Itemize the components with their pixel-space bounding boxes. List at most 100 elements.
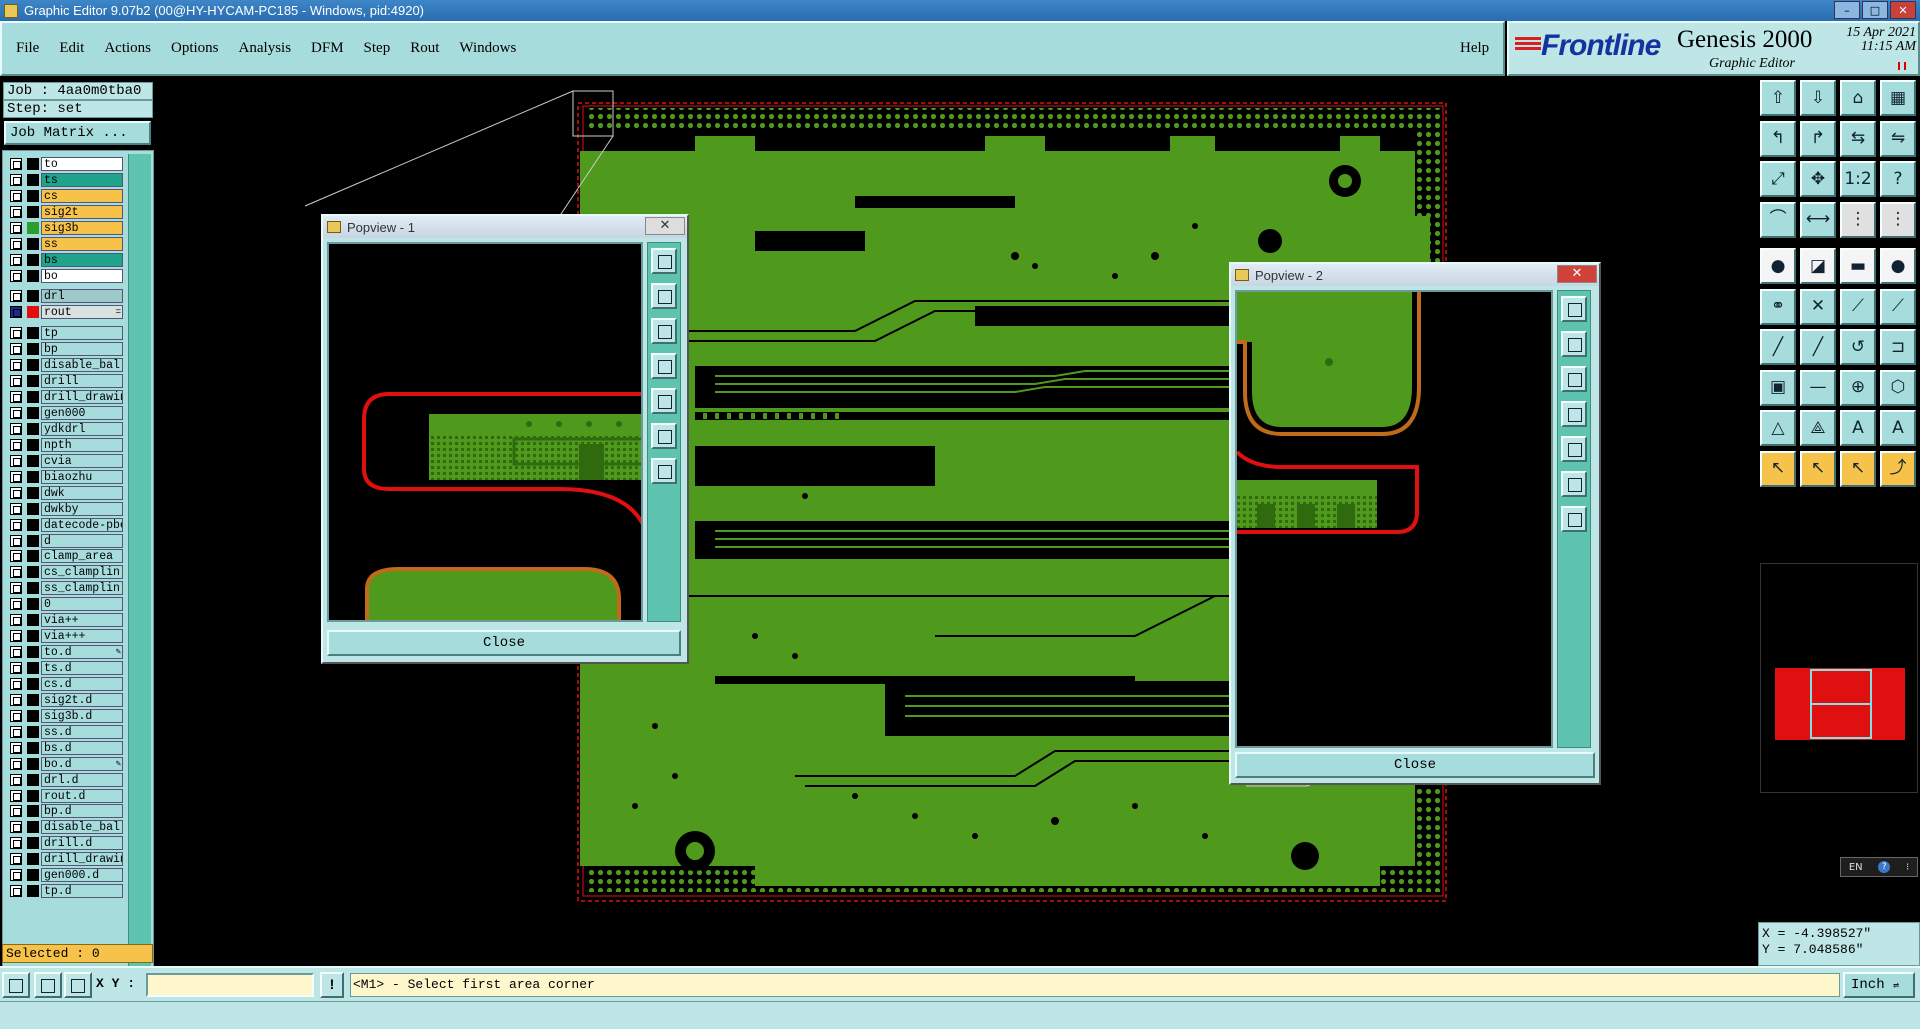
layer-checkbox[interactable] — [10, 454, 22, 467]
layer-row[interactable]: bs — [6, 252, 128, 268]
layer-name[interactable]: tp.d — [41, 884, 123, 899]
layer-row[interactable]: gen000 — [6, 405, 128, 421]
layer-checkbox[interactable] — [10, 157, 22, 170]
layer-row[interactable]: cvia — [6, 453, 128, 469]
layer-checkbox[interactable] — [10, 741, 22, 754]
layer-checkbox[interactable] — [10, 805, 22, 818]
layer-name[interactable]: dwk — [41, 485, 123, 500]
layer-row[interactable]: drill_drawin — [6, 851, 128, 867]
layer-checkbox[interactable] — [10, 709, 22, 722]
layer-row[interactable]: drill_drawin — [6, 389, 128, 405]
layer-name[interactable]: bo.d ✎ — [41, 756, 123, 771]
layer-row[interactable]: disable_bal — [6, 357, 128, 373]
layer-row[interactable]: ss — [6, 236, 128, 252]
layer-checkbox[interactable] — [10, 502, 22, 515]
layer-name[interactable]: cs_clamplin — [41, 565, 123, 580]
layer-checkbox[interactable] — [10, 646, 22, 659]
layer-row[interactable]: d — [6, 533, 128, 549]
popview-1-close-button[interactable]: Close — [327, 630, 681, 656]
layer-row[interactable]: ss.d — [6, 724, 128, 740]
layer-checkbox[interactable] — [10, 343, 22, 356]
layer-row[interactable]: npth — [6, 437, 128, 453]
layer-name[interactable]: via+++ — [41, 629, 123, 644]
grid-icon[interactable] — [64, 972, 92, 998]
layer-name[interactable]: to.d ✎ — [41, 645, 123, 660]
popview-1-window[interactable]: Popview - 1 ✕ Close — [321, 214, 689, 664]
popview-center-icon[interactable] — [1561, 471, 1587, 497]
layer-checkbox[interactable] — [10, 677, 22, 690]
popview-2-window[interactable]: Popview - 2 ✕ Close — [1229, 262, 1601, 785]
layer-row[interactable]: ts — [6, 172, 128, 188]
popview-1-viewport[interactable] — [327, 242, 643, 622]
layer-checkbox[interactable] — [10, 725, 22, 738]
layer-checkbox[interactable] — [10, 327, 22, 340]
select-alt-icon[interactable]: ↖ — [1800, 450, 1836, 487]
layer-name[interactable]: ss — [41, 236, 123, 251]
fit-icon[interactable]: ⤢ — [1760, 161, 1796, 197]
window-icon[interactable]: ▦ — [1880, 80, 1916, 116]
text-icon[interactable]: A — [1840, 410, 1876, 446]
line-icon[interactable]: ╱ — [1760, 329, 1796, 365]
layer-name[interactable]: bs — [41, 252, 123, 267]
layer-list-scrollbar[interactable] — [128, 154, 151, 974]
popview-2-viewport[interactable] — [1235, 290, 1553, 748]
layer-row[interactable]: datecode-pbe — [6, 517, 128, 533]
layer-checkbox[interactable] — [10, 173, 22, 186]
step-icon[interactable]: ⇋ — [1880, 120, 1916, 157]
layer-name[interactable]: npth — [41, 437, 123, 452]
layer-row[interactable]: sig2t — [6, 204, 128, 220]
layer-checkbox[interactable] — [10, 534, 22, 547]
layer-row[interactable]: tp.d — [6, 883, 128, 899]
layer-name[interactable]: ss_clamplin — [41, 581, 123, 596]
measure-icon[interactable] — [34, 972, 62, 998]
menu-windows[interactable]: Windows — [459, 40, 516, 57]
layer-row[interactable]: bp — [6, 341, 128, 357]
layer-row[interactable]: bp.d — [6, 804, 128, 820]
layer-row[interactable]: ydkdrl — [6, 421, 128, 437]
layer-checkbox[interactable] — [10, 391, 22, 404]
popview-home-icon[interactable] — [651, 388, 677, 414]
open-job-icon[interactable]: ⇧ — [1760, 80, 1796, 116]
layer-checkbox[interactable] — [10, 438, 22, 451]
layer-row[interactable]: 0 — [6, 596, 128, 612]
layer-row[interactable]: dwk — [6, 485, 128, 501]
alert-icon[interactable]: ! — [320, 972, 344, 998]
popview-link-icon[interactable] — [651, 458, 677, 484]
layer-name[interactable]: drill.d — [41, 836, 123, 851]
layer-checkbox[interactable] — [10, 614, 22, 627]
layer-row[interactable]: rout.d — [6, 788, 128, 804]
close-icon[interactable]: ✕ — [1890, 1, 1916, 19]
layer-name[interactable]: to — [41, 156, 123, 171]
layer-row[interactable]: dwkby — [6, 501, 128, 517]
menu-rout[interactable]: Rout — [410, 40, 439, 57]
center-icon[interactable]: ✥ — [1800, 161, 1836, 197]
layer-row[interactable]: drl — [6, 289, 128, 305]
popview-zoom-out-icon[interactable] — [651, 318, 677, 344]
layer-checkbox[interactable] — [10, 422, 22, 435]
layer-name[interactable]: disable_bal — [41, 820, 123, 835]
save-icon[interactable]: ⇩ — [1800, 80, 1836, 116]
help-icon[interactable]: ? — [1880, 161, 1916, 197]
layer-checkbox[interactable] — [10, 375, 22, 388]
layer-row[interactable]: via++ — [6, 612, 128, 628]
resize-icon[interactable]: ⊕ — [1840, 369, 1876, 406]
snap-icon[interactable] — [2, 972, 30, 998]
layer-row[interactable]: to — [6, 156, 128, 172]
undo-icon[interactable]: ↰ — [1760, 120, 1796, 157]
menu-analysis[interactable]: Analysis — [239, 40, 292, 57]
layer-name[interactable]: tp — [41, 326, 123, 341]
arc-alt-icon[interactable]: ⊐ — [1880, 329, 1916, 365]
layer-checkbox[interactable] — [10, 306, 22, 319]
units-selector[interactable]: Inch ⇌ — [1843, 972, 1915, 998]
layer-name[interactable]: bo — [41, 268, 123, 283]
layer-checkbox[interactable] — [10, 566, 22, 579]
connect-icon[interactable]: ⚭ — [1760, 288, 1796, 325]
layer-checkbox[interactable] — [10, 407, 22, 420]
layer-checkbox[interactable] — [10, 662, 22, 675]
popview-2-title-bar[interactable]: Popview - 2 ✕ — [1231, 264, 1599, 286]
point-icon[interactable]: ● — [1880, 248, 1916, 284]
layer-row[interactable]: disable_bal — [6, 819, 128, 835]
layers-icon[interactable]: ⋮ — [1840, 201, 1876, 238]
minimize-icon[interactable]: – — [1834, 1, 1860, 19]
select-icon[interactable]: ↖ — [1760, 450, 1796, 487]
